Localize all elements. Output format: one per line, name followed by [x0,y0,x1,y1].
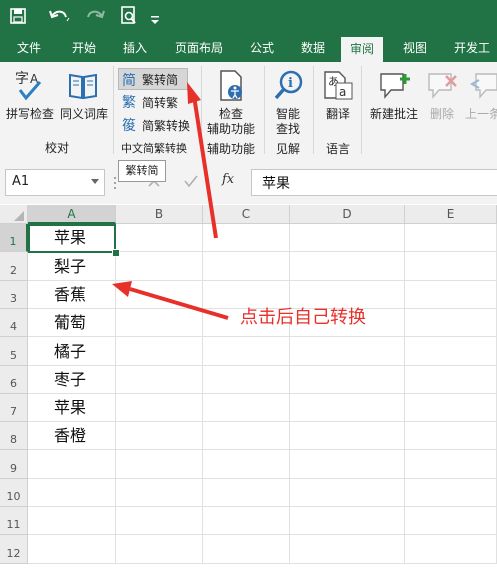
arrow-to-ribbon [192,95,218,239]
arrow-head-ribbon [187,82,201,104]
annotation-overlay [112,82,229,320]
annotation-text: 点击后自己转换 [240,307,366,328]
arrow-to-cells [129,287,229,320]
arrow-head-cells [112,281,132,297]
